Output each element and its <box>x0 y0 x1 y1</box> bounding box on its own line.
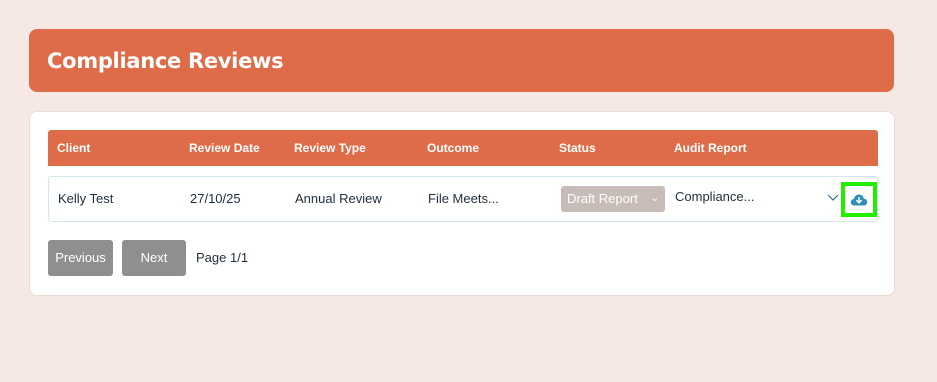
column-review-type[interactable]: Review Type <box>294 130 366 166</box>
column-client[interactable]: Client <box>57 130 90 166</box>
cell-outcome: File Meets... <box>428 191 499 206</box>
cell-client: Kelly Test <box>58 191 114 206</box>
reviews-card: Client Review Date Review Type Outcome S… <box>29 111 895 296</box>
download-button[interactable] <box>841 182 877 217</box>
chevron-down-icon[interactable] <box>827 191 839 203</box>
chevron-down-icon: ⌄ <box>650 193 659 204</box>
column-audit-report[interactable]: Audit Report <box>674 130 747 166</box>
table-row[interactable]: Kelly Test 27/10/25 Annual Review File M… <box>48 176 878 222</box>
table-header: Client Review Date Review Type Outcome S… <box>48 130 878 166</box>
page-title: Compliance Reviews <box>47 48 284 73</box>
cell-review-type: Annual Review <box>295 191 382 206</box>
page-header: Compliance Reviews <box>29 29 894 92</box>
status-select[interactable]: Draft Report ⌄ <box>561 186 665 212</box>
cell-audit-report: Compliance... <box>675 189 755 204</box>
next-button[interactable]: Next <box>122 240 186 276</box>
pagination: Previous Next Page 1/1 <box>48 240 448 276</box>
previous-button[interactable]: Previous <box>48 240 113 276</box>
column-review-date[interactable]: Review Date <box>189 130 260 166</box>
page-indicator: Page 1/1 <box>196 250 249 265</box>
status-select-value: Draft Report <box>567 191 638 206</box>
cell-review-date: 27/10/25 <box>190 191 241 206</box>
column-outcome[interactable]: Outcome <box>427 130 479 166</box>
cloud-download-icon <box>850 194 868 205</box>
column-status[interactable]: Status <box>559 130 596 166</box>
